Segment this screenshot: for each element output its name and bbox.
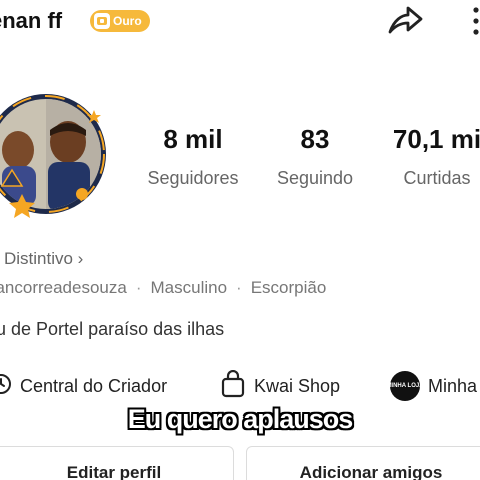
creator-center-link[interactable]: Central do Criador — [0, 372, 167, 400]
edit-profile-button[interactable]: Editar perfil — [0, 446, 234, 480]
tag-zodiac: Escorpião — [250, 278, 327, 297]
kwai-shop-label: Kwai Shop — [254, 375, 341, 396]
ouro-badge[interactable]: Ouro — [90, 10, 150, 32]
minha-logo: MINHA LOJA — [386, 371, 424, 401]
video-caption: Eu quero aplausos — [127, 404, 354, 434]
badge-icon — [94, 13, 110, 29]
profile-tags: nancorreadesouza · Masculino · Escorpião — [0, 278, 326, 298]
profile-bio: ou de Portel paraíso das ilhas — [0, 319, 225, 339]
creator-center-icon — [0, 373, 12, 400]
tag-gender: Masculino — [150, 278, 228, 297]
followers-stat[interactable]: 8 mil Seguidores — [128, 124, 258, 189]
avatar[interactable] — [0, 90, 110, 218]
shopping-bag-icon — [220, 369, 246, 403]
profile-username: enan ff — [0, 8, 63, 33]
separator-dot: · — [135, 278, 142, 297]
following-stat[interactable]: 83 Seguindo — [250, 124, 380, 189]
following-count: 83 — [300, 124, 330, 154]
minha-label: Minha — [428, 375, 478, 396]
more-options-icon[interactable] — [464, 2, 480, 38]
tag-handle: nancorreadesouza — [0, 278, 127, 297]
kwai-shop-link[interactable]: Kwai Shop — [220, 369, 341, 403]
following-label: Seguindo — [276, 168, 354, 188]
followers-label: Seguidores — [147, 168, 239, 188]
separator-dot: · — [236, 278, 242, 297]
followers-count: 8 mil — [163, 124, 223, 154]
distintivo-link[interactable]: Distintivo › — [4, 249, 83, 269]
creator-center-label: Central do Criador — [20, 375, 168, 396]
likes-label: Curtidas — [403, 168, 471, 188]
badge-label: Ouro — [113, 14, 142, 28]
likes-stat[interactable]: 70,1 mi Curtidas — [372, 124, 480, 189]
likes-count: 70,1 mi — [392, 124, 480, 154]
add-friends-button[interactable]: Adicionar amigos — [246, 446, 480, 480]
minha-link[interactable]: MINHA LOJA Minha — [386, 371, 478, 401]
share-icon[interactable] — [386, 2, 424, 38]
